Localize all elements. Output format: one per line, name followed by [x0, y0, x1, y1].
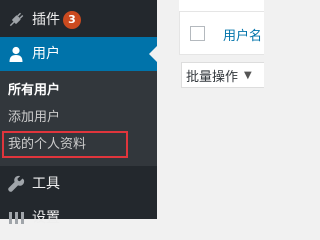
main-content: 用户名 批量操作 ▼ [157, 0, 264, 219]
menu-item-settings[interactable]: 设置 [0, 201, 157, 235]
select-all-checkbox[interactable] [190, 26, 205, 41]
menu-item-settings-label: 设置 [32, 210, 60, 226]
bulk-actions-select[interactable]: 批量操作 ▼ [181, 62, 264, 88]
plugin-update-count-badge: 3 [63, 11, 81, 29]
user-icon [6, 44, 26, 64]
wrench-icon [6, 174, 26, 194]
plug-icon [6, 10, 26, 30]
menu-item-users-label: 用户 [32, 46, 60, 62]
submenu-item-all-users[interactable]: 所有用户 [8, 82, 60, 100]
chevron-down-icon: ▼ [244, 69, 252, 81]
menu-item-users[interactable]: 用户 [0, 37, 157, 71]
menu-item-tools[interactable]: 工具 [0, 167, 157, 201]
highlight-annotation-box [2, 131, 128, 158]
admin-sidebar: 插件 3 用户 所有用户 添加用户 我的个人资料 工具 设置 [0, 0, 157, 226]
column-header-username[interactable]: 用户名 [223, 25, 262, 44]
settings-icon [6, 208, 26, 228]
submenu-item-add-user[interactable]: 添加用户 [8, 109, 60, 127]
bulk-actions-label: 批量操作 [186, 69, 239, 85]
menu-item-plugins-label: 插件 [32, 12, 60, 28]
active-menu-arrow [149, 46, 157, 62]
users-table-header: 用户名 [179, 11, 264, 55]
menu-item-tools-label: 工具 [32, 176, 60, 192]
menu-item-plugins[interactable]: 插件 3 [0, 3, 157, 37]
